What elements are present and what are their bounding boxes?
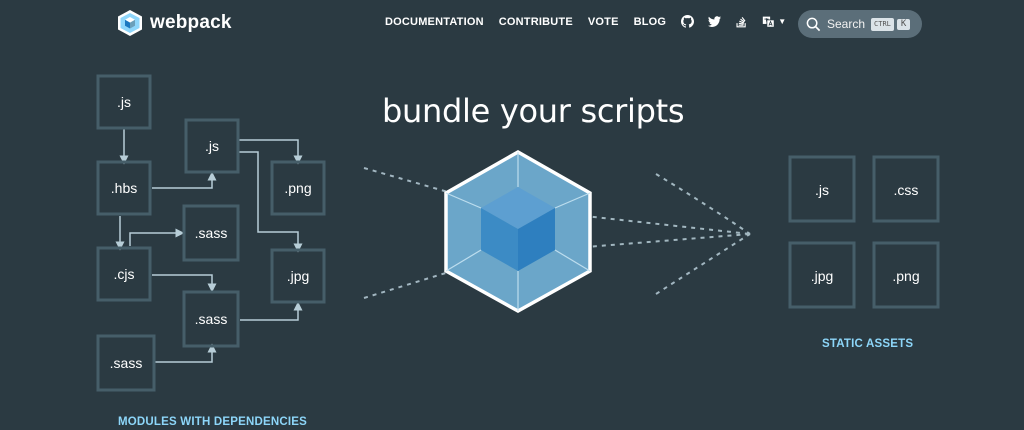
github-icon[interactable] — [681, 15, 695, 28]
search-button[interactable]: Search CTRL K — [798, 10, 922, 38]
module-label: .png — [284, 180, 311, 196]
asset-box-labels: .js .css .jpg .png — [811, 182, 920, 284]
webpack-logo-icon — [118, 10, 142, 36]
search-icon — [806, 17, 821, 31]
brand-name: webpack — [150, 12, 232, 33]
nav-link-documentation[interactable]: DOCUMENTATION — [385, 16, 484, 28]
module-label: .js — [117, 94, 131, 110]
asset-label: .png — [892, 268, 919, 284]
kbd-ctrl: CTRL — [871, 17, 894, 31]
hero-diagram: .js .js .hbs .png .sass .cjs .jpg .sass … — [96, 74, 940, 392]
nav-link-blog[interactable]: BLOG — [634, 16, 667, 28]
assets-caption: STATIC ASSETS — [822, 338, 914, 350]
twitter-icon[interactable] — [708, 15, 722, 28]
home-logo-link[interactable]: webpack — [116, 9, 232, 37]
module-label: .cjs — [114, 266, 135, 282]
hero-headline: bundle your scripts — [382, 92, 685, 130]
module-label: .sass — [110, 355, 143, 371]
module-label: .js — [205, 138, 219, 154]
kbd-k: K — [896, 18, 911, 30]
top-nav: DOCUMENTATION CONTRIBUTE VOTE BLOG ▼ — [385, 15, 827, 28]
asset-label: .css — [894, 182, 919, 198]
module-label: .jpg — [287, 268, 310, 284]
stackoverflow-icon[interactable] — [735, 15, 748, 28]
asset-label: .jpg — [811, 268, 834, 284]
site-header: webpack DOCUMENTATION CONTRIBUTE VOTE BL… — [0, 0, 1024, 46]
module-label: .sass — [195, 225, 228, 241]
nav-link-vote[interactable]: VOTE — [588, 16, 619, 28]
asset-boxes — [788, 155, 940, 309]
chevron-down-icon: ▼ — [778, 17, 787, 26]
webpack-cube-icon — [444, 149, 592, 314]
module-label: .hbs — [111, 180, 137, 196]
nav-link-contribute[interactable]: CONTRIBUTE — [499, 16, 573, 28]
modules-caption: MODULES WITH DEPENDENCIES — [118, 416, 308, 428]
module-label: .sass — [195, 311, 228, 327]
language-icon — [763, 16, 775, 28]
language-selector[interactable]: ▼ — [762, 15, 786, 28]
search-label: Search — [827, 17, 866, 31]
asset-label: .js — [815, 182, 829, 198]
